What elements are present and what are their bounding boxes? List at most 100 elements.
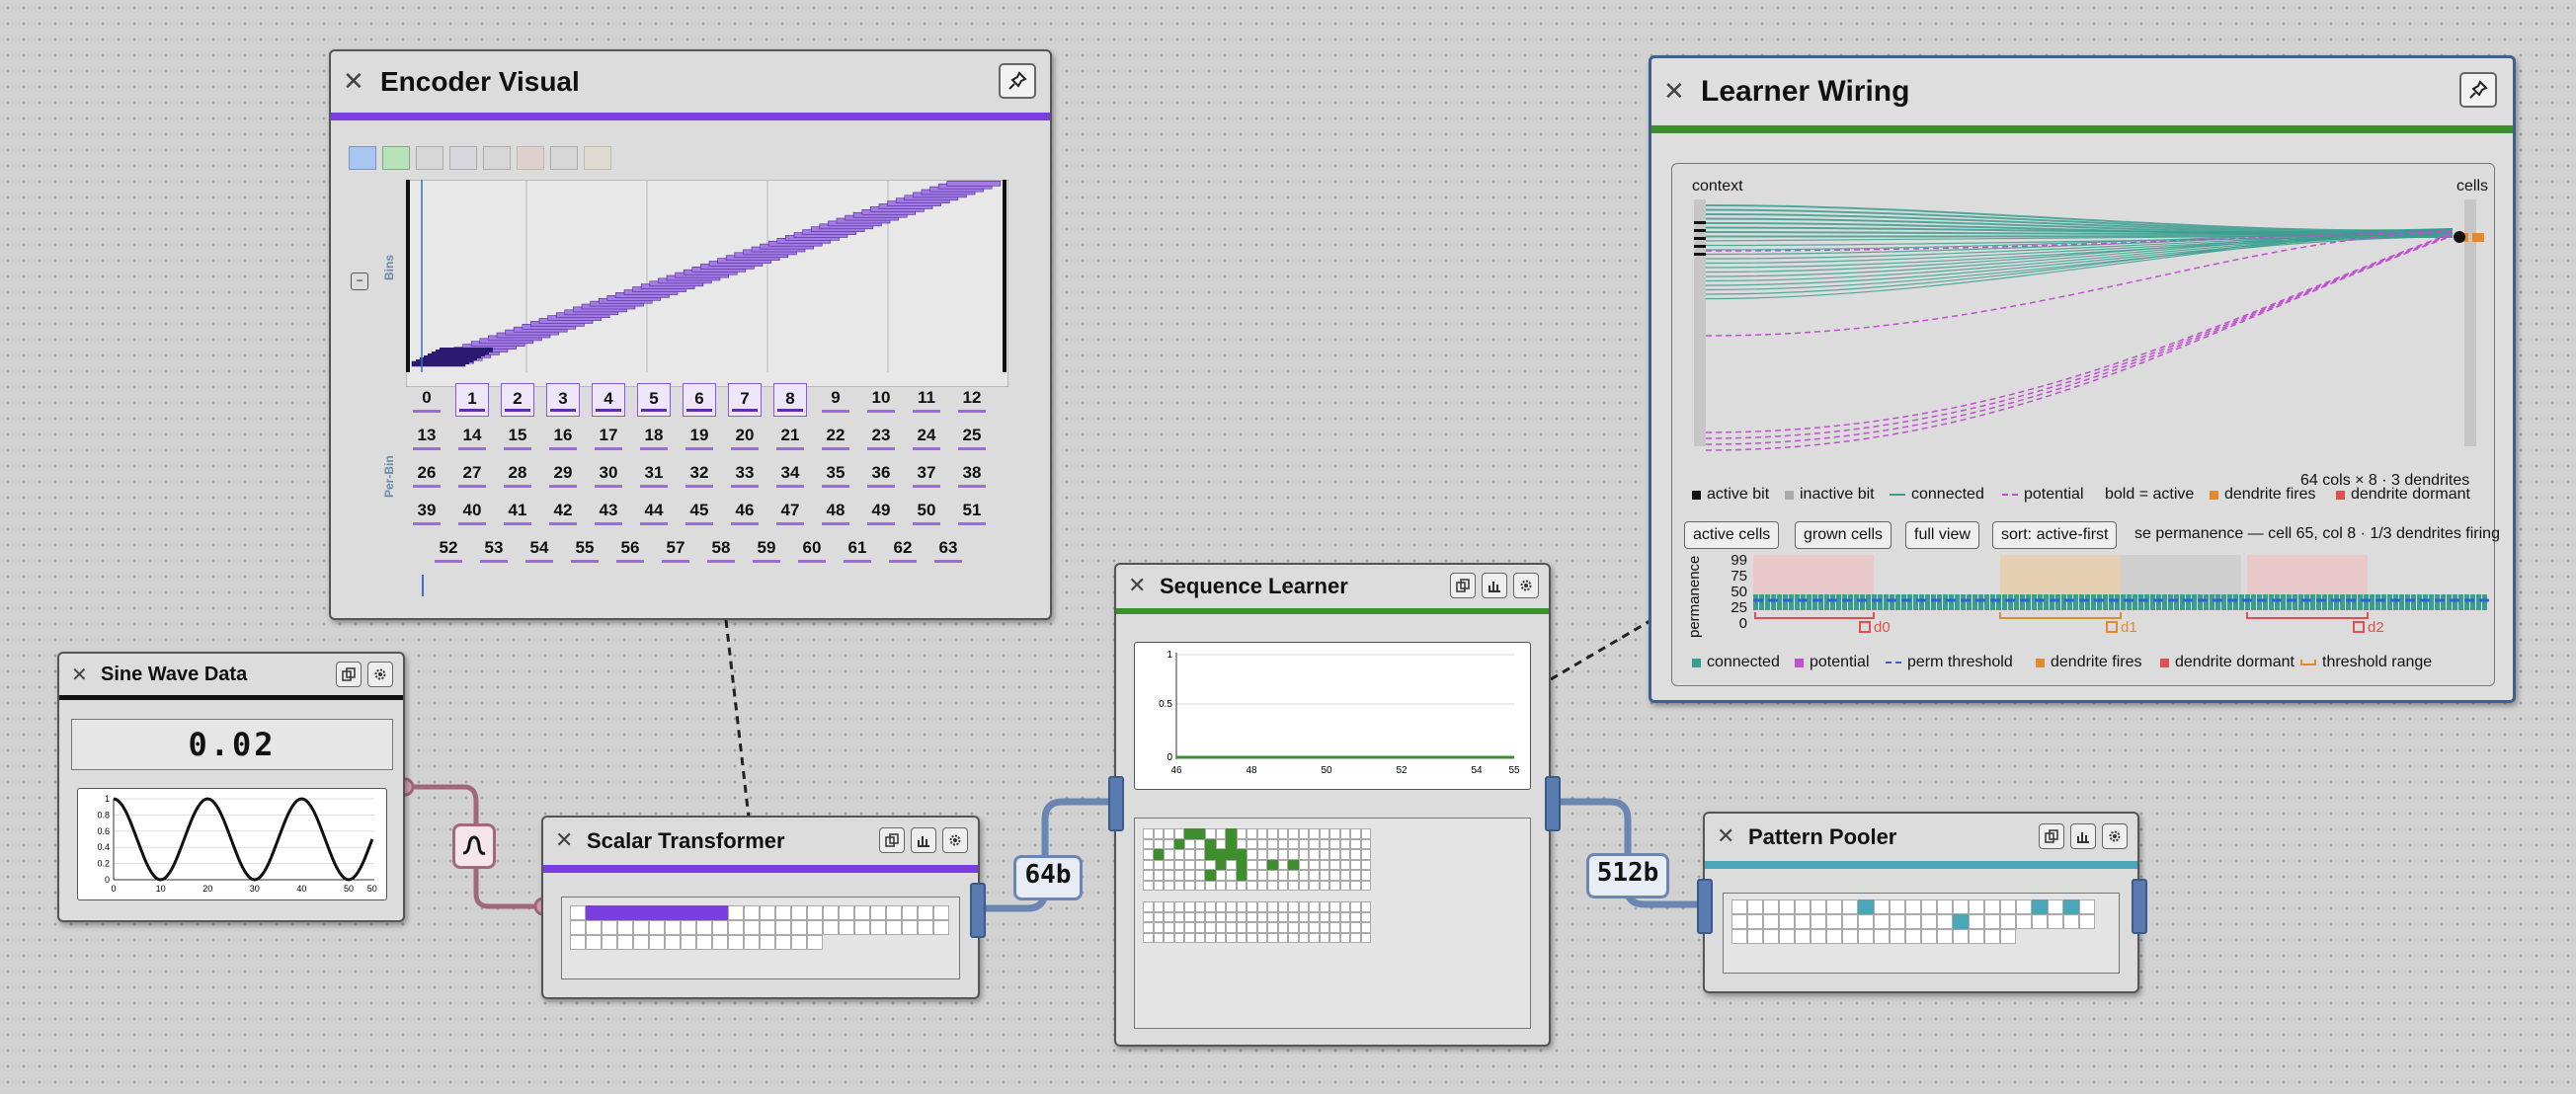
stats-button[interactable]: [911, 827, 936, 853]
input-port[interactable]: [1108, 776, 1124, 831]
bin-cell[interactable]: 12: [955, 383, 989, 417]
bin-cell[interactable]: 32: [683, 458, 716, 492]
bin-cell[interactable]: 33: [728, 458, 762, 492]
scroll-marker[interactable]: [422, 575, 424, 596]
bin-cell[interactable]: 18: [637, 421, 671, 454]
sequence-learner-header[interactable]: ✕ Sequence Learner: [1116, 565, 1549, 608]
record-icon[interactable]: [517, 146, 544, 170]
bin-cell[interactable]: 21: [773, 421, 807, 454]
duplicate-button[interactable]: [1450, 573, 1476, 598]
bin-cell[interactable]: 35: [819, 458, 852, 492]
sine-wave-header[interactable]: ✕ Sine Wave Data: [59, 654, 403, 695]
bin-cell[interactable]: 62: [886, 533, 920, 567]
bin-cell[interactable]: 28: [501, 458, 534, 492]
pattern-pooler-window[interactable]: ✕ Pattern Pooler: [1697, 812, 2147, 993]
scalar-transformer-header[interactable]: ✕ Scalar Transformer: [543, 818, 978, 865]
bin-cell[interactable]: 54: [523, 533, 556, 567]
sine-wave-window[interactable]: ✕ Sine Wave Data 0.02 1 0.8 0.6 0.4 0.2 0 0 10…: [57, 652, 405, 922]
bin-cell[interactable]: 49: [864, 496, 898, 529]
pin-button[interactable]: [2459, 72, 2497, 108]
pin-button[interactable]: [999, 63, 1036, 99]
bin-cell[interactable]: 17: [592, 421, 625, 454]
bin-cell[interactable]: 9: [819, 383, 852, 417]
bin-cell[interactable]: 56: [613, 533, 647, 567]
grid-view-icon[interactable]: [349, 146, 376, 170]
bin-cell[interactable]: 2: [501, 383, 534, 417]
bin-cell[interactable]: 52: [432, 533, 465, 567]
clear-icon[interactable]: [584, 146, 611, 170]
stop-icon[interactable]: [550, 146, 578, 170]
bin-cell[interactable]: 58: [704, 533, 738, 567]
bin-cell[interactable]: 55: [568, 533, 602, 567]
bin-cell[interactable]: 20: [728, 421, 762, 454]
bin-cell[interactable]: 36: [864, 458, 898, 492]
bin-cell[interactable]: 1: [455, 383, 489, 417]
bin-cell[interactable]: 57: [659, 533, 692, 567]
duplicate-button[interactable]: [879, 827, 905, 853]
close-icon[interactable]: ✕: [555, 830, 579, 852]
bin-cell[interactable]: 34: [773, 458, 807, 492]
active-cells-button[interactable]: active cells: [1684, 521, 1780, 549]
bin-cell[interactable]: 8: [773, 383, 807, 417]
stats-button[interactable]: [2070, 823, 2096, 849]
bin-cell[interactable]: 25: [955, 421, 989, 454]
bin-cell[interactable]: 63: [931, 533, 965, 567]
fill-icon[interactable]: [483, 146, 511, 170]
duplicate-button[interactable]: [2039, 823, 2064, 849]
bin-cell[interactable]: 11: [910, 383, 943, 417]
bin-cell[interactable]: 7: [728, 383, 762, 417]
bin-cell[interactable]: 48: [819, 496, 852, 529]
grown-cells-button[interactable]: grown cells: [1795, 521, 1892, 549]
learner-wiring-window[interactable]: ✕ Learner Wiring context cells 64 cols ×…: [1649, 55, 2516, 703]
output-port[interactable]: [970, 883, 986, 938]
bin-cell[interactable]: 27: [455, 458, 489, 492]
bin-cell[interactable]: 50: [910, 496, 943, 529]
bin-cell[interactable]: 59: [750, 533, 783, 567]
bin-cell[interactable]: 37: [910, 458, 943, 492]
bin-cell[interactable]: 19: [683, 421, 716, 454]
bin-cell[interactable]: 23: [864, 421, 898, 454]
scalar-transformer-window[interactable]: ✕ Scalar Transformer: [541, 816, 986, 999]
sort-button[interactable]: sort: active-first: [1992, 521, 2118, 549]
bin-cell[interactable]: 22: [819, 421, 852, 454]
bin-cell[interactable]: 15: [501, 421, 534, 454]
settings-button[interactable]: [2102, 823, 2128, 849]
close-icon[interactable]: ✕: [71, 664, 93, 684]
bin-cell[interactable]: 16: [546, 421, 580, 454]
bin-cell[interactable]: 3: [546, 383, 580, 417]
stats-button[interactable]: [1482, 573, 1507, 598]
select-icon[interactable]: [449, 146, 477, 170]
bin-cell[interactable]: 61: [841, 533, 874, 567]
bin-cell[interactable]: 10: [864, 383, 898, 417]
encoder-visual-header[interactable]: ✕ Encoder Visual: [331, 51, 1050, 113]
settings-button[interactable]: [1513, 573, 1539, 598]
bin-cell[interactable]: 4: [592, 383, 625, 417]
encoder-visual-window[interactable]: ✕ Encoder Visual − Bins Per-Bin 01234567…: [329, 49, 1052, 620]
bin-cell[interactable]: 38: [955, 458, 989, 492]
bin-view-icon[interactable]: [382, 146, 410, 170]
bin-cell[interactable]: 41: [501, 496, 534, 529]
bin-cell[interactable]: 42: [546, 496, 580, 529]
close-icon[interactable]: ✕: [1717, 826, 1740, 848]
bin-cell[interactable]: 40: [455, 496, 489, 529]
bin-cell[interactable]: 39: [410, 496, 443, 529]
bin-cell[interactable]: 13: [410, 421, 443, 454]
output-port[interactable]: [2132, 879, 2147, 934]
transform-badge[interactable]: [452, 823, 496, 869]
output-port[interactable]: [1545, 776, 1561, 831]
close-icon[interactable]: ✕: [343, 69, 372, 95]
bin-cell[interactable]: 51: [955, 496, 989, 529]
bin-cell[interactable]: 47: [773, 496, 807, 529]
bin-cell[interactable]: 0: [410, 383, 443, 417]
full-view-button[interactable]: full view: [1905, 521, 1979, 549]
duplicate-button[interactable]: [336, 662, 362, 687]
input-port[interactable]: [1697, 879, 1713, 934]
settings-button[interactable]: [942, 827, 968, 853]
bin-cell[interactable]: 5: [637, 383, 671, 417]
settings-button[interactable]: [367, 662, 393, 687]
bin-cell[interactable]: 6: [683, 383, 716, 417]
bin-cell[interactable]: 30: [592, 458, 625, 492]
bin-cell[interactable]: 26: [410, 458, 443, 492]
bin-cell[interactable]: 45: [683, 496, 716, 529]
sequence-learner-window[interactable]: ✕ Sequence Learner 1 0.5 0 46 48 50 52 54 55: [1108, 563, 1561, 1047]
